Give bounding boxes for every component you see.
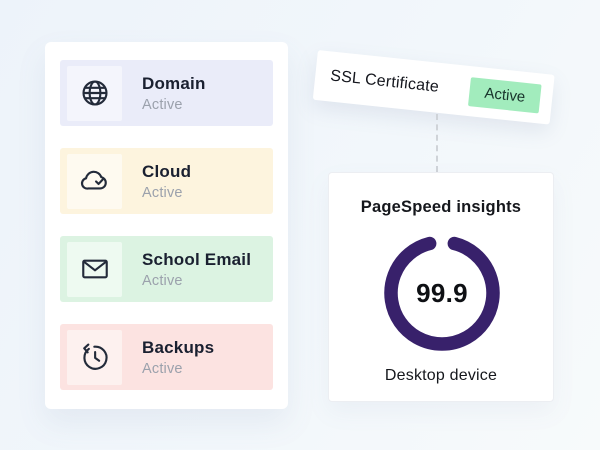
service-label: Cloud — [142, 161, 192, 181]
envelope-icon — [67, 241, 122, 297]
ssl-status-badge: Active — [468, 76, 542, 113]
service-row-backups: Backups Active — [60, 324, 273, 390]
pagespeed-card: PageSpeed insights 99.9 Desktop device — [328, 172, 554, 402]
service-status: Active — [142, 185, 183, 202]
ssl-certificate-label: SSL Certificate — [329, 67, 440, 96]
services-card: Domain Active Cloud Active School Email … — [45, 42, 288, 409]
service-status: Active — [142, 361, 183, 378]
service-status: Active — [142, 273, 183, 290]
service-row-cloud: Cloud Active — [60, 148, 273, 214]
service-row-domain: Domain Active — [60, 60, 273, 126]
service-label: Domain — [142, 73, 206, 93]
cloud-check-icon — [67, 153, 122, 209]
service-row-school-email: School Email Active — [60, 236, 273, 302]
pagespeed-score: 99.9 — [416, 277, 468, 308]
dashed-connector-line — [436, 114, 438, 172]
globe-icon — [67, 65, 122, 121]
ssl-certificate-card: SSL Certificate Active — [312, 50, 555, 125]
service-label: School Email — [142, 249, 252, 269]
pagespeed-title: PageSpeed insights — [360, 198, 522, 216]
service-status: Active — [142, 97, 183, 114]
service-label: Backups — [142, 337, 215, 357]
history-icon — [67, 329, 122, 385]
device-label: Desktop device — [384, 367, 498, 384]
pagespeed-gauge: 99.9 — [377, 228, 507, 358]
